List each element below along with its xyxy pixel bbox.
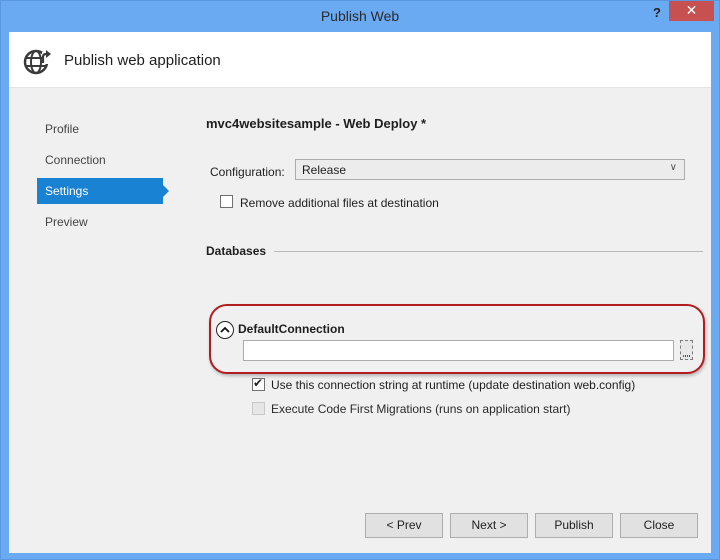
prev-button[interactable]: < Prev	[365, 513, 443, 538]
nav-item-preview[interactable]: Preview	[37, 209, 177, 235]
code-first-migrations-label: Execute Code First Migrations (runs on a…	[271, 402, 571, 416]
nav-item-settings[interactable]: Settings	[37, 178, 169, 204]
connection-string-input[interactable]	[243, 340, 674, 361]
nav-item-connection[interactable]: Connection	[37, 147, 177, 173]
title-bar[interactable]: Publish Web ? ✕	[1, 1, 719, 31]
use-at-runtime-label: Use this connection string at runtime (u…	[271, 378, 636, 392]
window-title: Publish Web	[320, 8, 400, 24]
connection-name: DefaultConnection	[238, 322, 345, 336]
databases-divider	[274, 251, 703, 252]
databases-heading: Databases	[206, 244, 267, 258]
dialog-client-area: Publish web application Profile Connecti…	[9, 32, 711, 553]
profile-title: mvc4websitesample - Web Deploy *	[206, 116, 427, 131]
code-first-migrations-checkbox[interactable]	[252, 402, 265, 415]
help-button[interactable]: ?	[649, 5, 665, 23]
close-button[interactable]: Close	[620, 513, 698, 538]
browse-connection-button[interactable]	[680, 340, 693, 360]
close-window-button[interactable]: ✕	[669, 1, 714, 21]
dialog-heading: Publish web application	[64, 52, 221, 69]
use-at-runtime-checkbox[interactable]	[252, 376, 265, 391]
chevron-up-icon	[220, 326, 230, 333]
wizard-nav: Profile Connection Settings Preview	[37, 116, 177, 240]
nav-item-profile[interactable]: Profile	[37, 116, 177, 142]
globe-publish-icon	[23, 49, 52, 75]
collapse-connection-button[interactable]	[216, 321, 234, 339]
remove-files-checkbox[interactable]	[220, 195, 233, 208]
publish-web-dialog: Publish Web ? ✕ Publish web application …	[0, 0, 720, 560]
chevron-down-icon: ∨	[669, 162, 677, 173]
publish-button[interactable]: Publish	[535, 513, 613, 538]
configuration-label: Configuration:	[210, 165, 285, 179]
dialog-header: Publish web application	[9, 32, 711, 88]
configuration-select[interactable]: Release ∨	[295, 159, 685, 180]
next-button[interactable]: Next >	[450, 513, 528, 538]
ellipsis-icon	[683, 355, 690, 357]
close-icon: ✕	[685, 2, 698, 18]
highlight-annotation	[209, 304, 705, 374]
remove-files-label: Remove additional files at destination	[240, 196, 439, 210]
configuration-value: Release	[302, 163, 347, 177]
